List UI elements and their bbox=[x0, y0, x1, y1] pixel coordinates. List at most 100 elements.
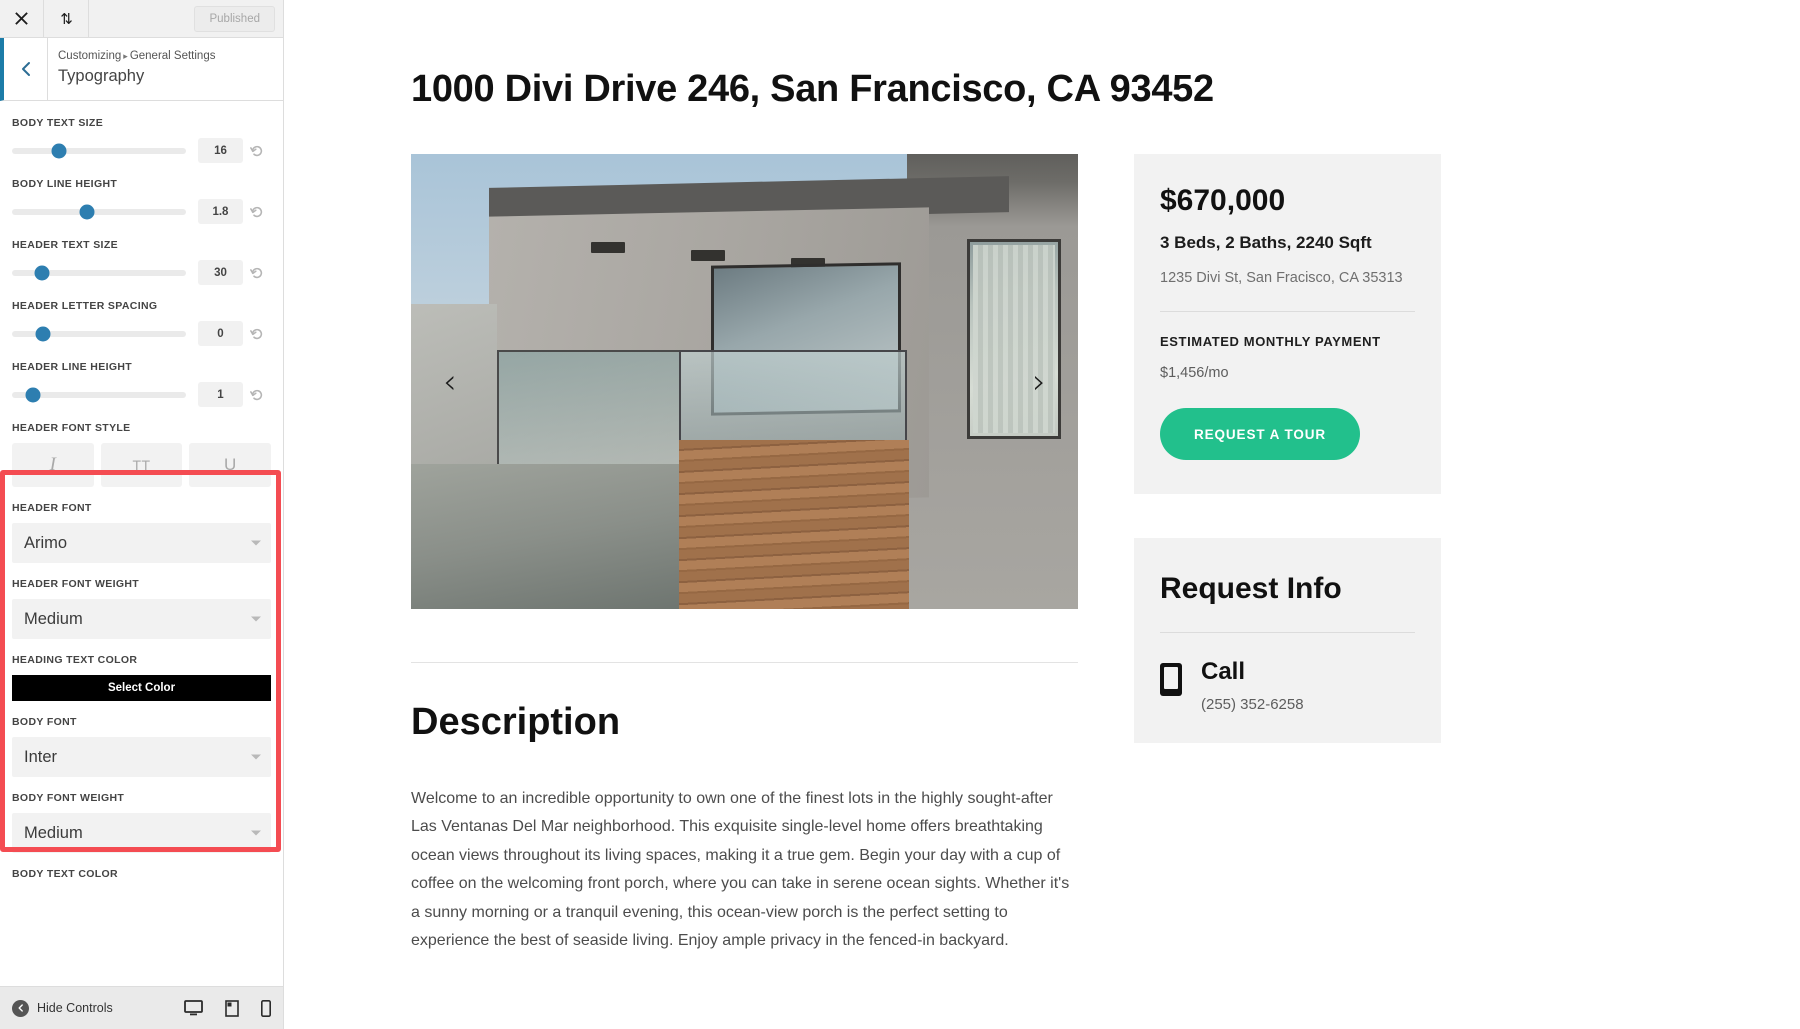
customizer-panel: ⇅ Published Customizing ▸ General Settings… bbox=[0, 0, 284, 1029]
sort-arrows-icon[interactable]: ⇅ bbox=[44, 0, 89, 37]
chevron-left-icon[interactable] bbox=[4, 38, 48, 100]
page-title: Typography bbox=[58, 67, 145, 85]
hide-controls-label: Hide Controls bbox=[37, 1001, 113, 1015]
customizer-app: ⇅ Published Customizing ▸ General Settings… bbox=[0, 0, 1800, 1029]
control-label: BODY TEXT SIZE bbox=[12, 117, 104, 129]
slider-handle[interactable] bbox=[35, 326, 51, 341]
preview-main-column: ‹ › Description Welcome to an incredible… bbox=[411, 154, 1078, 956]
description-heading: Description bbox=[411, 701, 621, 743]
tablet-icon[interactable] bbox=[225, 999, 239, 1017]
slider-track[interactable] bbox=[12, 143, 186, 158]
control-body-text-color: BODY TEXT COLOR bbox=[12, 853, 271, 880]
control-label: HEADER TEXT SIZE bbox=[12, 239, 118, 251]
italic-button[interactable]: I bbox=[12, 443, 94, 487]
estimated-payment-label: ESTIMATED MONTHLY PAYMENT bbox=[1160, 334, 1381, 349]
header-font-select[interactable]: Arimo bbox=[12, 523, 271, 563]
gallery-photo-wood-siding bbox=[679, 440, 909, 609]
request-info-card: Request Info Call (255) 352-6258 bbox=[1134, 538, 1441, 744]
control-body-font-weight: BODY FONT WEIGHT Medium bbox=[12, 777, 271, 853]
control-label: BODY TEXT COLOR bbox=[12, 868, 118, 880]
hide-controls-button[interactable]: Hide Controls bbox=[12, 999, 113, 1017]
slider-handle[interactable] bbox=[25, 387, 41, 402]
control-header-line-height: HEADER LINE HEIGHT 1 bbox=[12, 346, 271, 407]
slider-value[interactable]: 1 bbox=[198, 382, 243, 407]
chevron-down-icon bbox=[251, 754, 261, 760]
site-preview: 1000 Divi Drive 246, San Francisco, CA 9… bbox=[284, 0, 1800, 1029]
customizer-header: Customizing ▸ General Settings Typography bbox=[0, 38, 283, 101]
gallery-prev-button[interactable]: ‹ bbox=[443, 365, 457, 399]
control-heading-text-color: HEADING TEXT COLOR Select Color bbox=[12, 639, 271, 701]
gallery-photo-lower bbox=[411, 464, 681, 609]
request-info-heading: Request Info bbox=[1160, 572, 1342, 605]
slider-track[interactable] bbox=[12, 326, 186, 341]
gallery-photo-curtain-window bbox=[967, 239, 1061, 439]
control-body-font: BODY FONT Inter bbox=[12, 701, 271, 777]
control-header-font-style: HEADER FONT STYLE I TT U bbox=[12, 407, 272, 487]
card-divider bbox=[1160, 632, 1415, 633]
reset-icon[interactable] bbox=[243, 205, 271, 219]
breadcrumb-root[interactable]: Customizing bbox=[58, 50, 121, 62]
control-body-text-size: BODY TEXT SIZE 16 bbox=[12, 102, 271, 163]
listing-specs: 3 Beds, 2 Baths, 2240 Sqft bbox=[1160, 233, 1372, 252]
reset-icon[interactable] bbox=[243, 144, 271, 158]
customizer-footer: Hide Controls bbox=[0, 986, 283, 1029]
breadcrumb-separator-icon: ▸ bbox=[123, 51, 128, 61]
slider-value[interactable]: 0 bbox=[198, 321, 243, 346]
chevron-left-circle-icon bbox=[12, 999, 29, 1017]
body-font-weight-select[interactable]: Medium bbox=[12, 813, 271, 853]
underline-icon: U bbox=[224, 455, 237, 474]
select-color-button[interactable]: Select Color bbox=[12, 675, 271, 701]
slider-track[interactable] bbox=[12, 265, 186, 280]
customizer-controls: BODY TEXT SIZE 16 BODY LINE HEIGHT 1.8 H… bbox=[0, 102, 283, 986]
breadcrumb-parent[interactable]: General Settings bbox=[130, 50, 216, 62]
control-label: HEADER FONT WEIGHT bbox=[12, 578, 140, 590]
control-header-text-size: HEADER TEXT SIZE 30 bbox=[12, 224, 271, 285]
property-gallery[interactable]: ‹ › bbox=[411, 154, 1078, 609]
preview-sidebar-column: $670,000 3 Beds, 2 Baths, 2240 Sqft 1235… bbox=[1134, 154, 1441, 956]
gallery-next-button[interactable]: › bbox=[1032, 365, 1046, 399]
control-header-font: HEADER FONT Arimo bbox=[12, 487, 271, 563]
reset-icon[interactable] bbox=[243, 388, 271, 402]
gallery-photo-railing bbox=[679, 350, 907, 442]
gallery-photo-detail bbox=[691, 250, 725, 261]
body-font-select[interactable]: Inter bbox=[12, 737, 271, 777]
control-label: HEADER FONT STYLE bbox=[12, 422, 131, 434]
control-header-font-weight: HEADER FONT WEIGHT Medium bbox=[12, 563, 271, 639]
slider-value[interactable]: 30 bbox=[198, 260, 243, 285]
control-label: HEADING TEXT COLOR bbox=[12, 654, 138, 666]
published-button[interactable]: Published bbox=[194, 6, 275, 32]
phone-icon bbox=[1160, 663, 1182, 696]
mobile-icon[interactable] bbox=[261, 999, 271, 1017]
uppercase-button[interactable]: TT bbox=[100, 443, 183, 487]
slider-handle[interactable] bbox=[51, 143, 67, 158]
italic-icon: I bbox=[49, 454, 56, 475]
close-icon[interactable] bbox=[0, 0, 44, 37]
slider-track[interactable] bbox=[12, 204, 186, 219]
chevron-down-icon bbox=[251, 540, 261, 546]
uppercase-icon: TT bbox=[132, 457, 151, 473]
listing-price: $670,000 bbox=[1160, 184, 1286, 217]
section-divider bbox=[411, 662, 1078, 663]
chevron-down-icon bbox=[251, 616, 261, 622]
header-font-weight-select[interactable]: Medium bbox=[12, 599, 271, 639]
listing-address: 1235 Divi St, San Fracisco, CA 35313 bbox=[1160, 270, 1403, 286]
listing-summary-card: $670,000 3 Beds, 2 Baths, 2240 Sqft 1235… bbox=[1134, 154, 1441, 494]
contact-phone-number[interactable]: (255) 352-6258 bbox=[1201, 696, 1304, 713]
estimated-payment-value: $1,456/mo bbox=[1160, 365, 1229, 381]
customizer-topbar: ⇅ Published bbox=[0, 0, 283, 38]
underline-button[interactable]: U bbox=[189, 443, 272, 487]
description-paragraph: Welcome to an incredible opportunity to … bbox=[411, 790, 1070, 950]
gallery-photo-detail bbox=[591, 242, 625, 253]
request-a-tour-button[interactable]: REQUEST A TOUR bbox=[1160, 408, 1360, 460]
reset-icon[interactable] bbox=[243, 266, 271, 280]
slider-handle[interactable] bbox=[79, 204, 95, 219]
slider-handle[interactable] bbox=[34, 265, 50, 280]
slider-value[interactable]: 1.8 bbox=[198, 199, 243, 224]
desktop-icon[interactable] bbox=[184, 1000, 203, 1016]
slider-value[interactable]: 16 bbox=[198, 138, 243, 163]
chevron-down-icon bbox=[251, 830, 261, 836]
slider-track[interactable] bbox=[12, 387, 186, 402]
reset-icon[interactable] bbox=[243, 327, 271, 341]
card-divider bbox=[1160, 311, 1415, 312]
control-header-letter-spacing: HEADER LETTER SPACING 0 bbox=[12, 285, 271, 346]
